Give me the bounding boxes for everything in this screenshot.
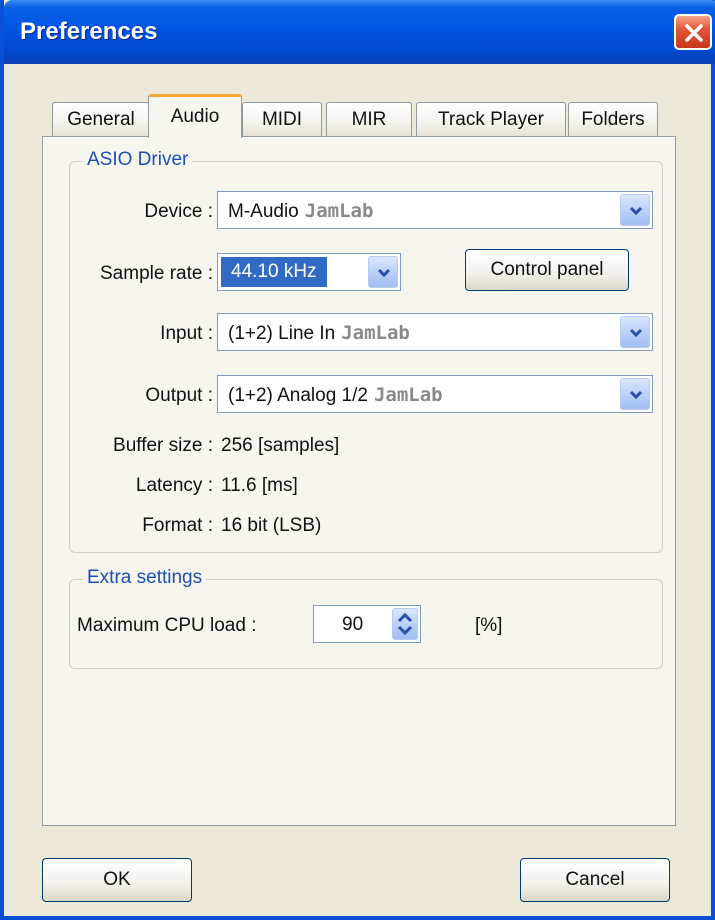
format-label: Format : [142, 515, 213, 536]
output-value: (1+2) Analog 1/2 [228, 385, 368, 406]
control-panel-button[interactable]: Control panel [465, 249, 629, 291]
input-select[interactable]: (1+2) Line In JamLab [217, 313, 653, 351]
spin-arrows-icon [397, 612, 413, 636]
cancel-button[interactable]: Cancel [520, 858, 670, 902]
tab-audio-label: Audio [170, 106, 220, 127]
tab-folders[interactable]: Folders [568, 102, 658, 138]
output-select[interactable]: (1+2) Analog 1/2 JamLab [217, 375, 653, 413]
input-dropdown-button[interactable] [620, 316, 650, 348]
title-bar[interactable]: Preferences [4, 0, 715, 64]
ok-button[interactable]: OK [42, 858, 192, 902]
chevron-down-icon [377, 268, 391, 278]
latency-label: Latency : [135, 475, 213, 496]
close-button[interactable] [674, 14, 712, 50]
preferences-window: Preferences General Audio MIDI MIR Track… [0, 0, 715, 920]
audio-tab-panel: ASIO Driver Device : M-Audio JamLab Sampl… [42, 136, 676, 826]
buffer-size-label: Buffer size : [113, 435, 213, 456]
chevron-down-icon [629, 328, 643, 338]
format-value: 16 bit (LSB) [221, 515, 322, 536]
buffer-size-value: 256 [samples] [221, 435, 340, 456]
sample-rate-select[interactable]: 44.10 kHz [217, 253, 401, 291]
max-cpu-load-value: 90 [342, 614, 364, 635]
window-title: Preferences [20, 18, 158, 45]
device-brand: JamLab [304, 200, 374, 222]
tab-folders-label: Folders [581, 109, 645, 130]
output-brand: JamLab [373, 384, 443, 406]
spin-arrows-button[interactable] [392, 608, 418, 640]
output-label: Output : [145, 385, 213, 406]
tab-general-label: General [67, 109, 135, 130]
chevron-down-icon [629, 390, 643, 400]
latency-value: 11.6 [ms] [221, 475, 298, 496]
tab-general[interactable]: General [52, 102, 150, 138]
device-value: M-Audio [228, 201, 299, 222]
max-cpu-load-spinner[interactable]: 90 [313, 605, 421, 643]
tab-track-player-label: Track Player [438, 109, 544, 130]
tab-track-player[interactable]: Track Player [416, 102, 566, 138]
sample-rate-label: Sample rate : [100, 263, 213, 284]
tab-midi[interactable]: MIDI [242, 102, 322, 138]
max-cpu-load-label: Maximum CPU load : [77, 615, 257, 636]
sample-rate-dropdown-button[interactable] [368, 256, 398, 288]
tab-mir-label: MIR [351, 109, 387, 130]
tab-midi-label: MIDI [261, 109, 303, 130]
device-dropdown-button[interactable] [620, 194, 650, 226]
tab-audio[interactable]: Audio [148, 94, 242, 138]
asio-driver-title: ASIO Driver [83, 149, 193, 171]
close-icon [685, 24, 703, 42]
extra-settings-title: Extra settings [83, 567, 207, 589]
sample-rate-value: 44.10 kHz [221, 257, 327, 287]
output-dropdown-button[interactable] [620, 378, 650, 410]
input-brand: JamLab [341, 322, 410, 344]
device-label: Device : [144, 201, 213, 222]
tab-mir[interactable]: MIR [326, 102, 412, 138]
input-label: Input : [160, 323, 213, 344]
max-cpu-load-unit: [%] [475, 615, 503, 636]
device-select[interactable]: M-Audio JamLab [217, 191, 653, 229]
input-value: (1+2) Line In [228, 323, 336, 344]
chevron-down-icon [629, 206, 643, 216]
